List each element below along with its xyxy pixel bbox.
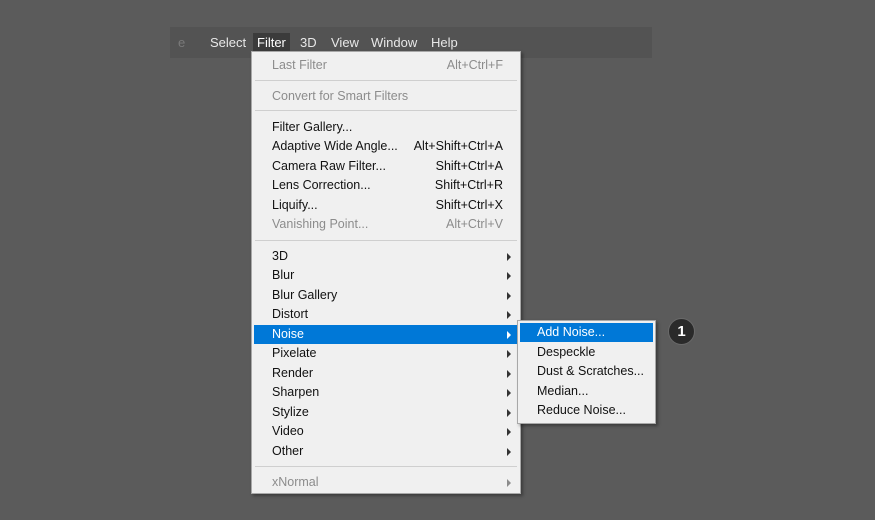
menu-item-label: Convert for Smart Filters [272,89,409,103]
menu-item-label: Dust & Scratches... [537,364,644,378]
menu-edit-partial[interactable]: e [174,33,189,52]
menu-item-label: Sharpen [272,385,320,399]
menu-item-filter-gallery[interactable]: Filter Gallery... [254,118,518,137]
step-number-badge: 1 [668,318,695,345]
menu-item-3d[interactable]: 3D [254,247,518,266]
menu-item-adaptive-wide-angle[interactable]: Adaptive Wide Angle... Alt+Shift+Ctrl+A [254,137,518,156]
menu-item-label: Reduce Noise... [537,403,626,417]
submenu-arrow-icon [507,428,511,436]
menu-item-label: Noise [272,327,304,341]
submenu-arrow-icon [507,292,511,300]
submenu-arrow-icon [507,409,511,417]
menu-window[interactable]: Window [367,33,421,52]
menu-item-label: Blur Gallery [272,288,338,302]
menu-item-pixelate[interactable]: Pixelate [254,344,518,363]
menu-item-median[interactable]: Median... [520,382,653,401]
filter-menu: Last Filter Alt+Ctrl+F Convert for Smart… [251,51,521,494]
submenu-arrow-icon [507,479,511,487]
menu-item-label: Video [272,424,304,438]
submenu-arrow-icon [507,370,511,378]
menu-item-camera-raw-filter[interactable]: Camera Raw Filter... Shift+Ctrl+A [254,157,518,176]
menu-item-vanishing-point[interactable]: Vanishing Point... Alt+Ctrl+V [254,215,518,234]
menu-item-video[interactable]: Video [254,422,518,441]
submenu-arrow-icon [507,389,511,397]
menu-item-label: Median... [537,384,589,398]
noise-submenu: Add Noise... Despeckle Dust & Scratches.… [517,320,656,424]
menu-item-shortcut: Alt+Ctrl+F [446,58,503,72]
menu-item-dust-scratches[interactable]: Dust & Scratches... [520,362,653,381]
submenu-arrow-icon [507,448,511,456]
menu-item-liquify[interactable]: Liquify... Shift+Ctrl+X [254,196,518,215]
menu-item-convert-smart-filters[interactable]: Convert for Smart Filters [254,87,518,106]
menu-item-label: Liquify... [272,198,318,212]
menu-item-xnormal[interactable]: xNormal [254,473,518,492]
menu-item-label: Filter Gallery... [272,120,353,134]
menu-item-last-filter[interactable]: Last Filter Alt+Ctrl+F [254,56,518,75]
menu-view[interactable]: View [327,33,363,52]
menu-item-shortcut: Shift+Ctrl+X [435,198,503,212]
menu-item-label: Other [272,444,304,458]
submenu-arrow-icon [507,311,511,319]
menu-item-label: Render [272,366,313,380]
menu-item-blur[interactable]: Blur [254,266,518,285]
menu-3d[interactable]: 3D [296,33,321,52]
menu-item-shortcut: Alt+Ctrl+V [446,217,503,231]
menu-separator [255,80,517,81]
menu-item-noise[interactable]: Noise [254,325,518,344]
menu-item-label: Blur [272,268,295,282]
menu-item-label: xNormal [272,475,319,489]
menu-item-label: Despeckle [537,345,596,359]
menu-item-label: Lens Correction... [272,178,371,192]
menu-separator [255,110,517,111]
menu-item-shortcut: Shift+Ctrl+A [435,159,503,173]
submenu-arrow-icon [507,350,511,358]
menu-help[interactable]: Help [427,33,462,52]
menu-item-sharpen[interactable]: Sharpen [254,383,518,402]
menu-item-label: Last Filter [272,58,327,72]
menu-item-label: Distort [272,307,309,321]
menu-separator [255,466,517,467]
submenu-arrow-icon [507,331,511,339]
menu-select[interactable]: Select [206,33,250,52]
menu-item-label: Add Noise... [537,325,606,339]
menu-item-add-noise[interactable]: Add Noise... [520,323,653,342]
menu-item-despeckle[interactable]: Despeckle [520,343,653,362]
menu-item-stylize[interactable]: Stylize [254,403,518,422]
menu-separator [255,240,517,241]
menu-item-distort[interactable]: Distort [254,305,518,324]
menu-item-label: Adaptive Wide Angle... [272,139,398,153]
menu-item-shortcut: Shift+Ctrl+R [434,178,503,192]
menu-item-label: Vanishing Point... [272,217,369,231]
menu-item-label: 3D [272,249,288,263]
menu-item-label: Stylize [272,405,309,419]
menu-item-reduce-noise[interactable]: Reduce Noise... [520,401,653,420]
menu-item-other[interactable]: Other [254,442,518,461]
menu-item-render[interactable]: Render [254,364,518,383]
menu-item-lens-correction[interactable]: Lens Correction... Shift+Ctrl+R [254,176,518,195]
menu-item-shortcut: Alt+Shift+Ctrl+A [413,139,503,153]
menu-item-label: Pixelate [272,346,317,360]
menu-item-label: Camera Raw Filter... [272,159,386,173]
submenu-arrow-icon [507,272,511,280]
submenu-arrow-icon [507,253,511,261]
menu-filter[interactable]: Filter [253,33,290,52]
menu-item-blur-gallery[interactable]: Blur Gallery [254,286,518,305]
